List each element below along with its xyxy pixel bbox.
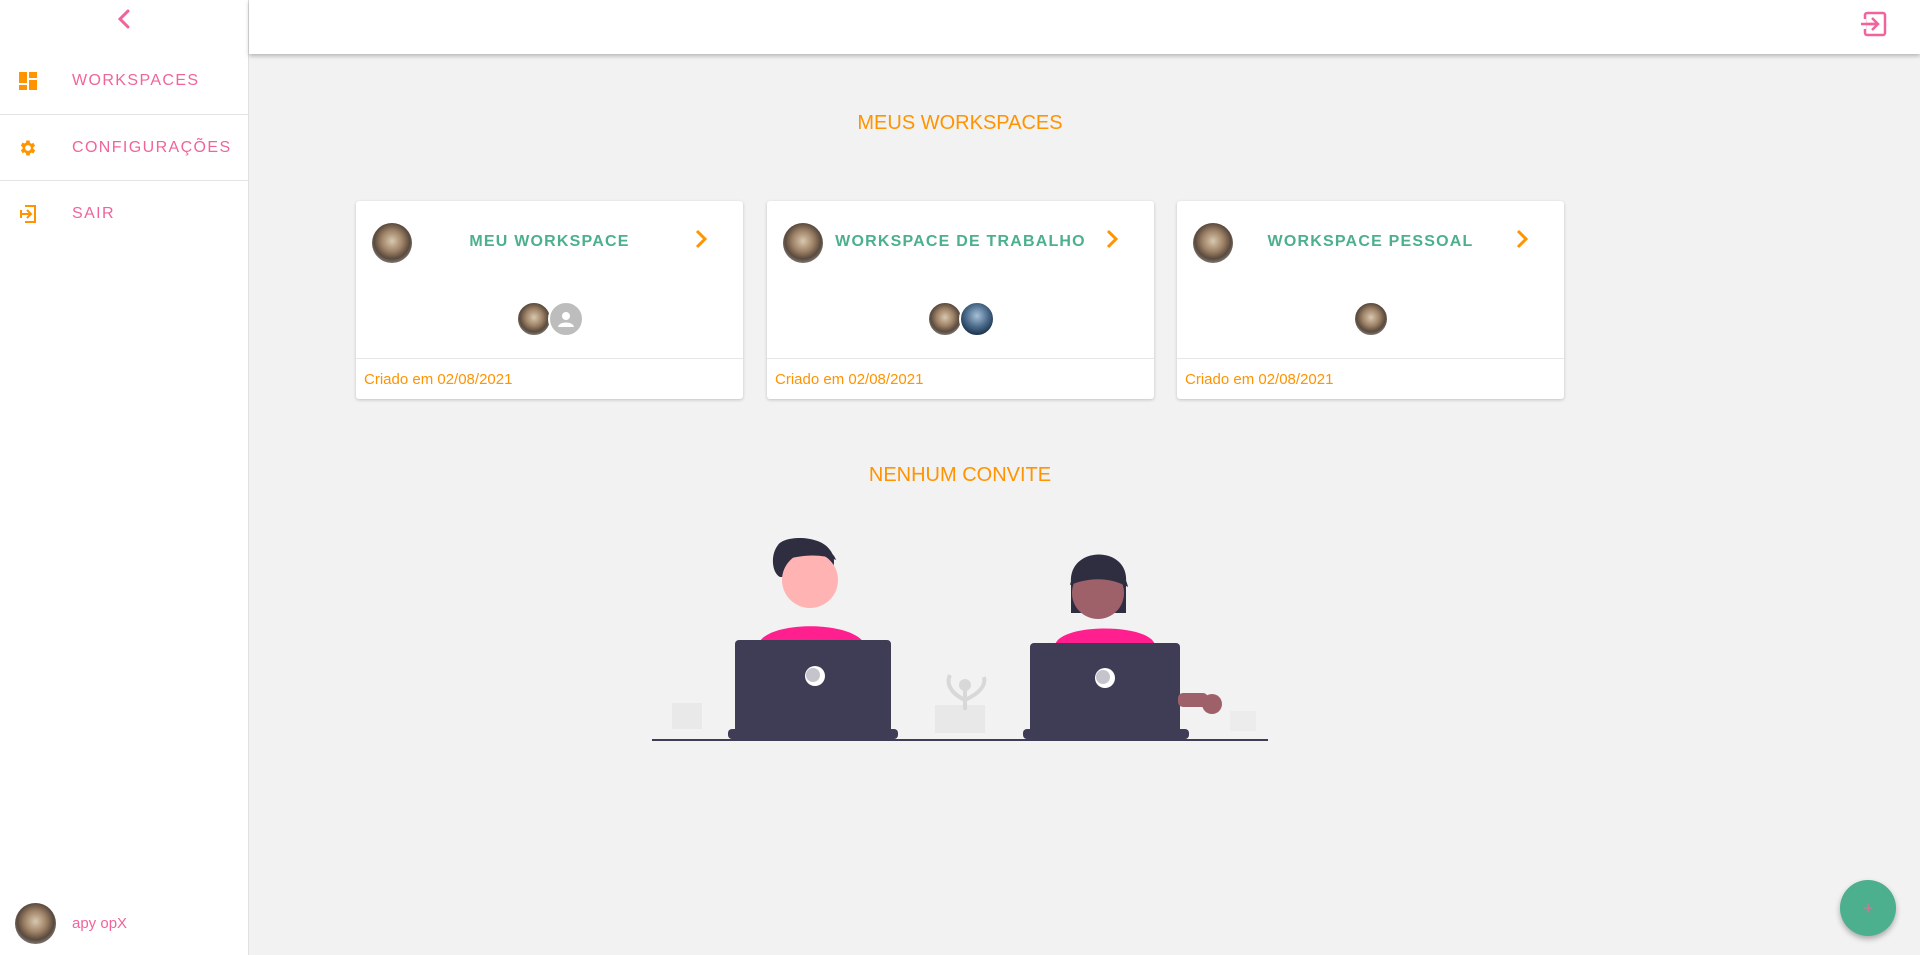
member-list (767, 301, 1154, 337)
add-workspace-button[interactable]: + (1840, 880, 1896, 936)
user-name: apy opX (72, 915, 128, 932)
workspace-card[interactable]: WORKSPACE DE TRABALHO Criado em 02/08/20… (767, 201, 1154, 399)
invites-title: NENHUM CONVITE (868, 464, 1052, 486)
workspace-avatar (372, 223, 412, 263)
chevron-left-icon (117, 9, 130, 29)
member-list (1177, 301, 1564, 337)
workspace-name: MEU WORKSPACE (469, 233, 630, 250)
sidebar-item-label: WORKSPACES (72, 72, 200, 89)
dashboard-icon (17, 70, 39, 92)
chevron-right-icon[interactable] (1510, 227, 1534, 251)
workspace-created: Criado em 02/08/2021 (767, 358, 1154, 399)
member-avatar (547, 301, 584, 337)
logout-icon (17, 203, 39, 225)
workspaces-title: MEUS WORKSPACES (857, 112, 1063, 134)
top-bar (249, 0, 1920, 54)
workspace-card[interactable]: WORKSPACE PESSOAL Criado em 02/08/2021 (1177, 201, 1564, 399)
workspace-name: WORKSPACE DE TRABALHO (835, 233, 1086, 250)
sidebar-item-sair[interactable]: SAIR (0, 181, 248, 247)
member-list (356, 301, 743, 337)
empty-invites-illustration (652, 538, 1268, 741)
collapse-sidebar-button[interactable] (112, 6, 136, 32)
gear-icon (17, 137, 39, 159)
plus-icon: + (1862, 897, 1874, 918)
workspace-avatar (783, 223, 823, 263)
workspace-card[interactable]: MEU WORKSPACE Criado em 02/08/2021 (356, 201, 743, 399)
avatar (15, 903, 56, 944)
workspace-created: Criado em 02/08/2021 (356, 358, 743, 399)
sidebar-item-label: SAIR (72, 205, 115, 222)
chevron-right-icon[interactable] (689, 227, 713, 251)
workspace-name: WORKSPACE PESSOAL (1267, 233, 1474, 250)
workspace-avatar (1193, 223, 1233, 263)
logout-icon (1861, 11, 1887, 37)
user-profile[interactable]: apy opX (15, 903, 127, 944)
sidebar-item-configuracoes[interactable]: CONFIGURAÇÕES (0, 115, 248, 181)
member-avatar (926, 301, 963, 337)
person-icon (557, 312, 574, 327)
sidebar-item-label: CONFIGURAÇÕES (72, 139, 232, 156)
member-avatar (1352, 301, 1389, 337)
sidebar-item-workspaces[interactable]: WORKSPACES (0, 48, 248, 114)
workspace-created: Criado em 02/08/2021 (1177, 358, 1564, 399)
sidebar: WORKSPACES CONFIGURAÇÕES SAIR apy opX (0, 0, 249, 955)
chevron-right-icon[interactable] (1100, 227, 1124, 251)
member-avatar (515, 301, 552, 337)
logout-button[interactable] (1858, 8, 1890, 40)
member-avatar (958, 301, 995, 337)
